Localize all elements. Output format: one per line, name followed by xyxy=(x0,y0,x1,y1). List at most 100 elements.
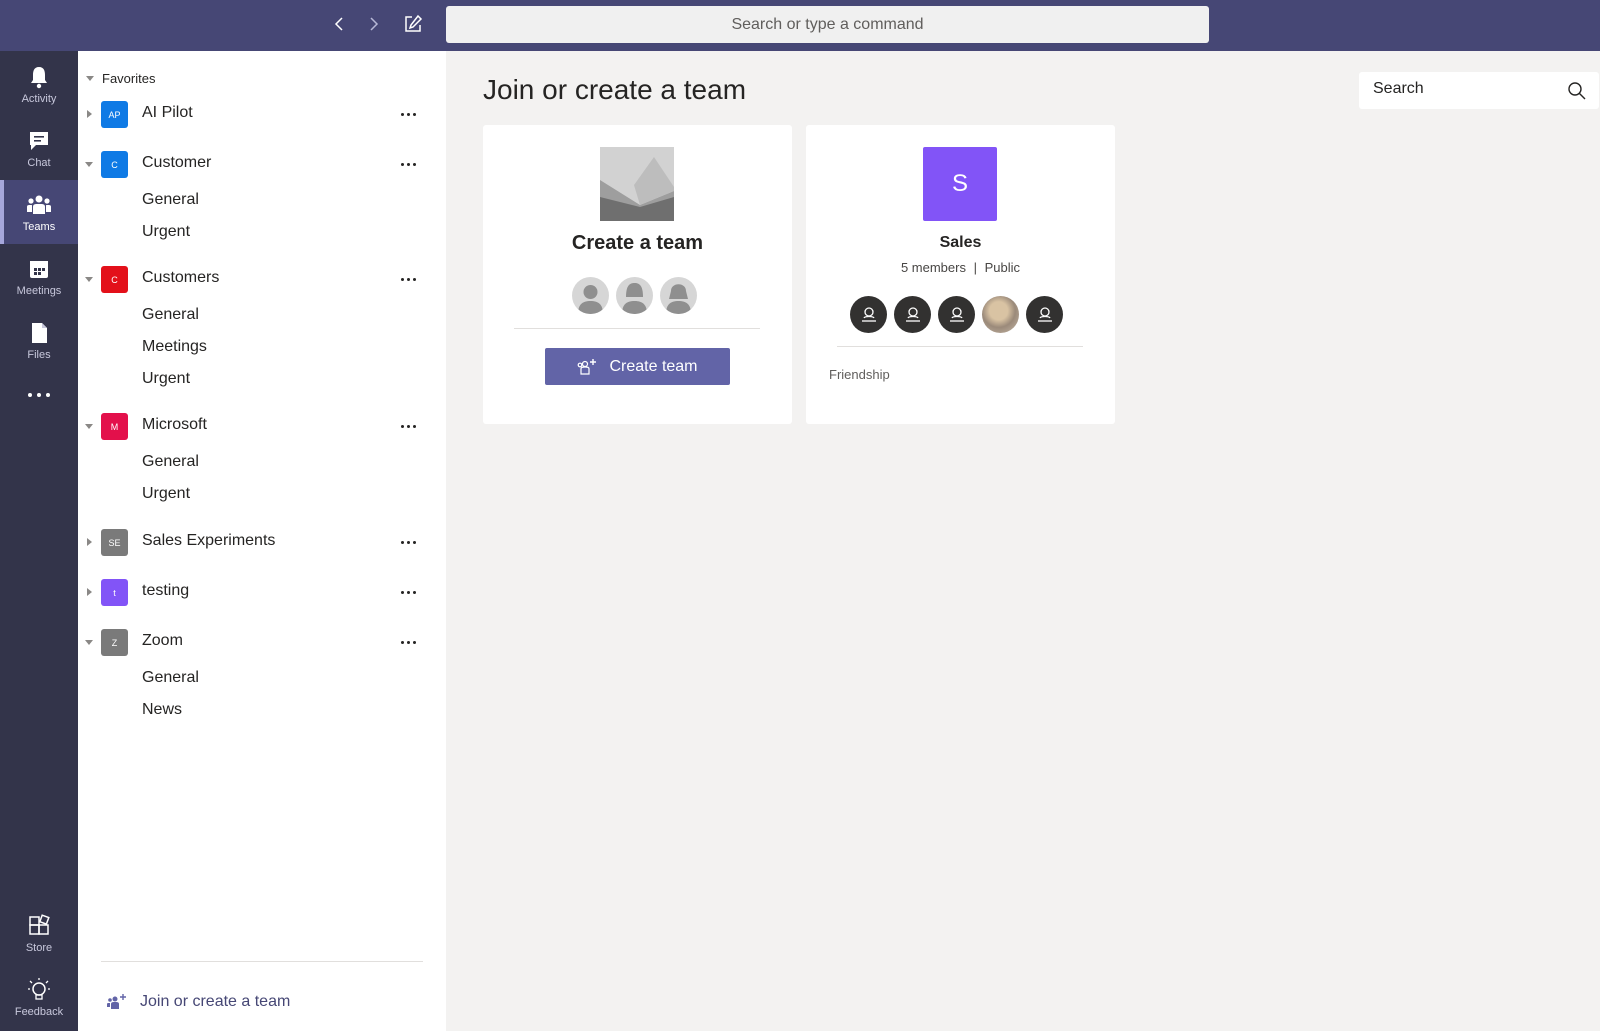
team-avatar: M xyxy=(101,413,128,440)
calendar-icon xyxy=(26,256,52,282)
team-row-customer[interactable]: C Customer xyxy=(78,147,446,181)
teams-panel: Favorites AP AI Pilot C Customer General… xyxy=(78,51,446,1031)
team-avatar: C xyxy=(101,151,128,178)
add-team-icon xyxy=(106,991,128,1013)
team-row-zoom[interactable]: Z Zoom xyxy=(78,625,446,659)
person-icon xyxy=(949,306,964,322)
back-button[interactable] xyxy=(327,12,351,36)
team-more-options-button[interactable] xyxy=(396,270,420,288)
channel-urgent[interactable]: Urgent xyxy=(142,223,190,241)
page-title: Join or create a team xyxy=(483,74,747,105)
channel-general[interactable]: General xyxy=(142,453,199,471)
placeholder-avatars xyxy=(572,277,697,314)
team-name: testing xyxy=(142,582,190,599)
channel-urgent[interactable]: Urgent xyxy=(142,485,190,503)
member-avatar xyxy=(894,296,931,333)
caret-down-icon xyxy=(85,277,93,282)
create-team-card[interactable]: Create a team Create team xyxy=(483,125,792,424)
member-avatar xyxy=(938,296,975,333)
person-placeholder-icon xyxy=(572,277,609,314)
team-row-customers[interactable]: C Customers xyxy=(78,262,446,296)
team-card-meta: 5 members | Public xyxy=(806,260,1115,275)
rail-item-files[interactable]: Files xyxy=(0,308,78,372)
rail-more-button[interactable] xyxy=(0,372,78,420)
channel-meetings[interactable]: Meetings xyxy=(142,338,207,356)
caret-right-icon xyxy=(87,538,92,546)
create-team-button[interactable]: Create team xyxy=(545,348,730,385)
rail-item-feedback[interactable]: Feedback xyxy=(0,965,78,1029)
favorites-header[interactable]: Favorites xyxy=(86,71,155,86)
forward-button[interactable] xyxy=(362,12,386,36)
create-team-title: Create a team xyxy=(571,232,704,254)
compose-icon xyxy=(405,14,423,32)
file-icon xyxy=(26,320,52,346)
compose-button[interactable] xyxy=(401,12,425,36)
favorites-label: Favorites xyxy=(102,71,156,86)
top-bar xyxy=(0,0,1600,51)
image-placeholder-icon xyxy=(600,147,674,221)
rail-label: Chat xyxy=(27,156,51,169)
rail-item-activity[interactable]: Activity xyxy=(0,52,78,116)
search-icon[interactable] xyxy=(1567,81,1587,101)
team-name: Customers xyxy=(142,269,220,286)
team-avatar: C xyxy=(101,266,128,293)
create-team-button-label: Create team xyxy=(609,357,698,375)
rail-item-teams[interactable]: Teams xyxy=(0,180,78,244)
team-more-options-button[interactable] xyxy=(396,583,420,601)
rail-item-store[interactable]: Store xyxy=(0,901,78,965)
team-tag: Friendship xyxy=(829,367,890,382)
channel-general[interactable]: General xyxy=(142,306,199,324)
caret-down-icon xyxy=(85,640,93,645)
command-search-input[interactable] xyxy=(446,6,1209,43)
caret-down-icon xyxy=(85,424,93,429)
panel-divider xyxy=(101,961,423,962)
card-divider xyxy=(514,328,760,329)
card-divider xyxy=(837,346,1083,347)
rail-label: Activity xyxy=(21,92,57,105)
team-card-sales[interactable]: S Sales 5 members | Public Friendship xyxy=(806,125,1115,424)
rail-label: Store xyxy=(25,941,53,954)
team-more-options-button[interactable] xyxy=(396,633,420,651)
ellipsis-icon xyxy=(26,382,52,408)
caret-right-icon xyxy=(87,588,92,596)
chevron-left-icon xyxy=(334,17,343,31)
team-name: AI Pilot xyxy=(142,104,193,121)
team-more-options-button[interactable] xyxy=(396,155,420,173)
rail-item-chat[interactable]: Chat xyxy=(0,116,78,180)
join-or-create-team-link[interactable]: Join or create a team xyxy=(106,991,290,1013)
store-icon xyxy=(26,913,52,939)
team-search-box xyxy=(1359,72,1599,109)
team-row-testing[interactable]: t testing xyxy=(78,575,446,609)
team-name: Zoom xyxy=(142,632,183,649)
channel-urgent[interactable]: Urgent xyxy=(142,370,190,388)
rail-label: Teams xyxy=(22,220,56,233)
member-avatars xyxy=(850,296,1063,333)
team-more-options-button[interactable] xyxy=(396,417,420,435)
rail-label: Feedback xyxy=(14,1005,64,1018)
team-avatar: Z xyxy=(101,629,128,656)
person-icon xyxy=(905,306,920,322)
add-team-icon xyxy=(578,358,597,375)
meta-separator: | xyxy=(973,260,977,275)
team-row-ai-pilot[interactable]: AP AI Pilot xyxy=(78,97,446,131)
channel-general[interactable]: General xyxy=(142,669,199,687)
rail-item-meetings[interactable]: Meetings xyxy=(0,244,78,308)
channel-news[interactable]: News xyxy=(142,701,182,719)
rail-label: Files xyxy=(27,348,51,361)
team-more-options-button[interactable] xyxy=(396,533,420,551)
team-name: Customer xyxy=(142,154,212,171)
lightbulb-icon xyxy=(26,977,52,1003)
channel-general[interactable]: General xyxy=(142,191,199,209)
team-search-input[interactable] xyxy=(1373,80,1553,98)
person-icon xyxy=(861,306,876,322)
member-photo-avatar xyxy=(982,296,1019,333)
caret-down-icon xyxy=(85,162,93,167)
team-card-name: Sales xyxy=(939,234,982,251)
team-name: Sales Experiments xyxy=(142,532,276,549)
team-visibility: Public xyxy=(984,260,1021,275)
team-row-sales-experiments[interactable]: SE Sales Experiments xyxy=(78,525,446,559)
chevron-right-icon xyxy=(370,17,379,31)
team-row-microsoft[interactable]: M Microsoft xyxy=(78,409,446,443)
chat-icon xyxy=(26,128,52,154)
team-more-options-button[interactable] xyxy=(396,105,420,123)
